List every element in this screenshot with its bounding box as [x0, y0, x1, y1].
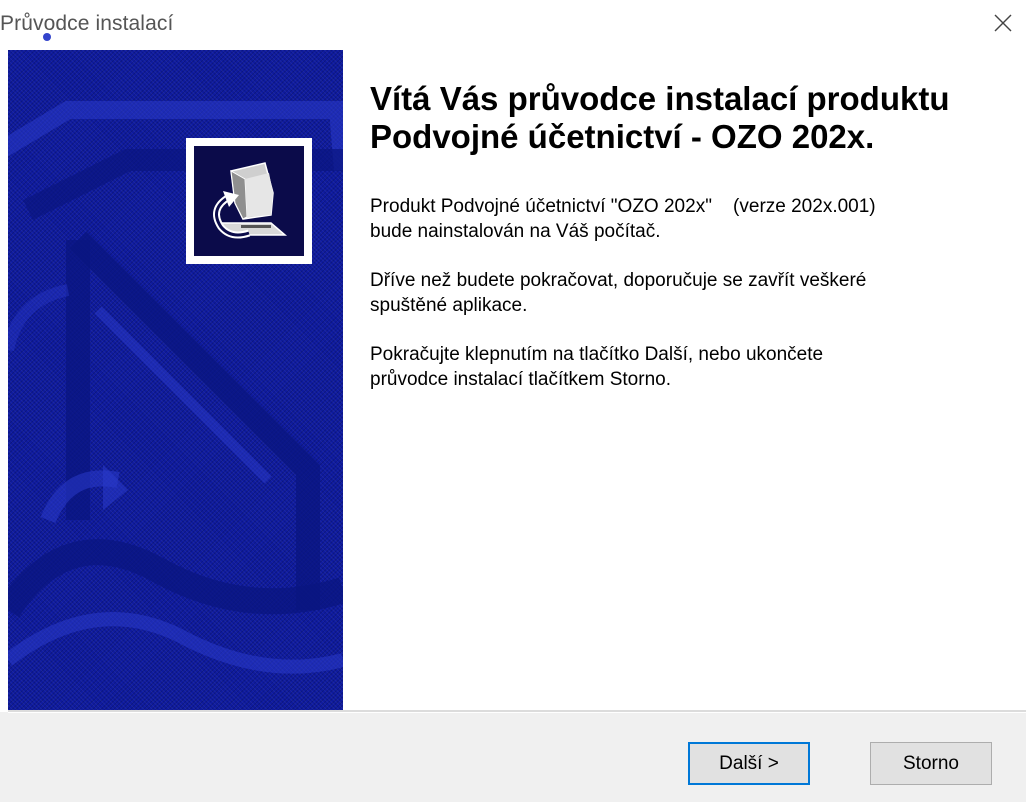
install-info-text: Produkt Podvojné účetnictví "OZO 202x" (… — [370, 194, 1010, 244]
next-button[interactable]: Další > — [688, 742, 810, 785]
footer-separator — [8, 710, 1026, 713]
close-button[interactable] — [980, 0, 1026, 50]
welcome-heading: Vítá Vás průvodce instalací produktu Pod… — [370, 80, 950, 155]
window-title: Průvodce instalací — [0, 12, 174, 35]
setup-logo — [186, 138, 312, 264]
close-apps-text: Dříve než budete pokračovat, doporučuje … — [370, 268, 1010, 318]
welcome-content: Vítá Vás průvodce instalací produktu Pod… — [370, 80, 1010, 416]
computer-install-icon — [194, 146, 304, 256]
close-icon — [993, 13, 1013, 38]
continue-instructions-text: Pokračujte klepnutím na tlačítko Další, … — [370, 342, 1010, 392]
continue-line-2: průvodce instalací tlačítkem Storno. — [370, 369, 671, 390]
install-info-line-1: Produkt Podvojné účetnictví "OZO 202x" (… — [370, 196, 876, 217]
title-bar: Průvodce instalací — [0, 0, 1026, 50]
close-apps-line-1: Dříve než budete pokračovat, doporučuje … — [370, 270, 867, 291]
cancel-button[interactable]: Storno — [870, 742, 992, 785]
installer-window: Průvodce instalací Vítá Vás průvodce ins… — [0, 0, 1026, 802]
close-apps-line-2: spuštěné aplikace. — [370, 295, 528, 316]
continue-line-1: Pokračujte klepnutím na tlačítko Další, … — [370, 344, 824, 365]
mouse-cursor-indicator — [43, 33, 51, 41]
install-info-line-2: bude nainstalován na Váš počítač. — [370, 221, 661, 242]
wizard-banner — [8, 50, 343, 710]
